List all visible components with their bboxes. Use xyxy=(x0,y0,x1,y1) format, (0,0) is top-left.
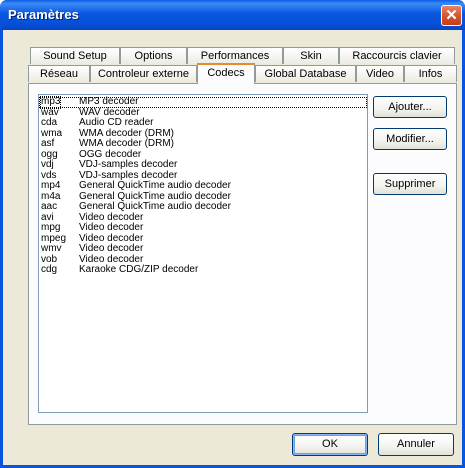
dialog-body: Sound Setup Options Performances Skin Ra… xyxy=(3,30,462,465)
close-icon: ✕ xyxy=(445,7,458,24)
codec-row[interactable]: aac General QuickTime audio decoder xyxy=(39,201,367,213)
codec-description: Audio CD reader xyxy=(79,117,154,128)
codec-extension: cda xyxy=(41,117,58,128)
tab-skin[interactable]: Skin xyxy=(283,47,339,64)
codec-extension: mp3 xyxy=(39,96,62,109)
tab-reseau[interactable]: Réseau xyxy=(28,65,90,82)
codec-description: WMA decoder (DRM) xyxy=(79,138,175,149)
tab-row-front: Réseau Controleur externe Codecs Global … xyxy=(3,63,462,84)
tab-global-database[interactable]: Global Database xyxy=(255,65,356,82)
codec-row[interactable]: mp3 MP3 decoder xyxy=(39,96,367,109)
window-title: Paramètres xyxy=(8,7,79,22)
codec-row[interactable]: cda Audio CD reader xyxy=(39,117,367,129)
add-button[interactable]: Ajouter... xyxy=(373,96,447,118)
tab-infos[interactable]: Infos xyxy=(404,65,457,82)
codec-row[interactable]: vdj VDJ-samples decoder xyxy=(39,159,367,171)
codec-description: General QuickTime audio decoder xyxy=(79,201,231,212)
tab-options[interactable]: Options xyxy=(120,47,187,64)
codec-description: Video decoder xyxy=(79,222,144,233)
tab-performances[interactable]: Performances xyxy=(187,47,283,64)
codec-extension: mpg xyxy=(41,222,61,233)
title-bar[interactable]: Paramètres ✕ xyxy=(0,0,465,30)
codec-description: VDJ-samples decoder xyxy=(79,159,178,170)
codec-extension: mp4 xyxy=(41,180,61,191)
tab-controleur-externe[interactable]: Controleur externe xyxy=(90,65,197,82)
ok-button[interactable]: OK xyxy=(292,433,368,456)
codec-extension: wmv xyxy=(41,243,62,254)
codec-row[interactable]: wmv Video decoder xyxy=(39,243,367,255)
tab-video[interactable]: Video xyxy=(356,65,404,82)
codecs-panel: mp3 MP3 decoder wav WAV decoder cda Audio CD … xyxy=(28,83,457,425)
codec-description: Video decoder xyxy=(79,243,144,254)
codec-row[interactable]: asf WMA decoder (DRM) xyxy=(39,138,367,150)
codec-row[interactable]: mp4 General QuickTime audio decoder xyxy=(39,180,367,192)
codec-rows: mp3 MP3 decoder wav WAV decoder cda Audio CD … xyxy=(39,96,367,276)
dialog-window: Paramètres ✕ Sound Setup Options Perform… xyxy=(0,0,465,468)
codec-extension: cdg xyxy=(41,264,58,275)
modify-button[interactable]: Modifier... xyxy=(373,128,447,150)
codec-description: MP3 decoder xyxy=(79,96,139,107)
delete-button[interactable]: Supprimer xyxy=(373,173,447,195)
cancel-button[interactable]: Annuler xyxy=(378,433,454,456)
codec-extension: aac xyxy=(41,201,58,212)
tab-raccourcis-clavier[interactable]: Raccourcis clavier xyxy=(339,47,455,64)
codec-description: General QuickTime audio decoder xyxy=(79,180,231,191)
close-button[interactable]: ✕ xyxy=(441,5,462,26)
codec-extension: asf xyxy=(41,138,55,149)
tab-sound-setup[interactable]: Sound Setup xyxy=(30,47,120,64)
codec-list[interactable]: mp3 MP3 decoder wav WAV decoder cda Audio CD … xyxy=(38,94,368,413)
codec-extension: vdj xyxy=(41,159,54,170)
codec-row[interactable]: cdg Karaoke CDG/ZIP decoder xyxy=(39,264,367,276)
codec-row[interactable]: mpg Video decoder xyxy=(39,222,367,234)
codec-description: Karaoke CDG/ZIP decoder xyxy=(79,264,199,275)
tab-codecs[interactable]: Codecs xyxy=(197,63,255,84)
